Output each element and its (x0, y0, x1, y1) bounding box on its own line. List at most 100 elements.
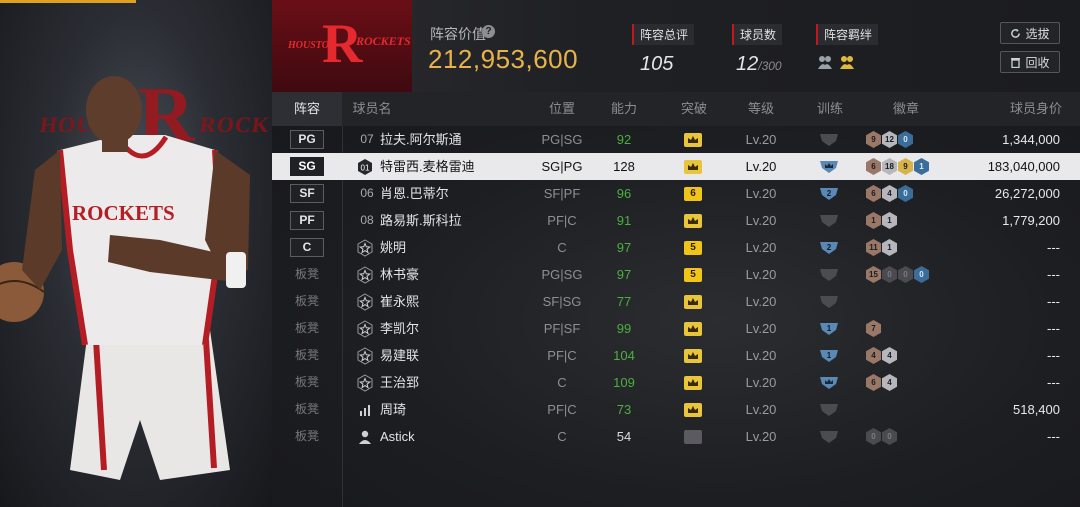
badge-list[interactable]: 00 (866, 428, 897, 445)
table-row[interactable]: 板凳 Astick C 54 Lv.20 0 0 --- (272, 423, 1080, 450)
jersey-number: 06 (360, 186, 374, 200)
team-logo-wordmark-right: ROCKETS (356, 34, 411, 48)
overall-rating-block: 阵容总评 105 (632, 24, 695, 76)
overall-rating-label: 阵容总评 (632, 24, 695, 45)
select-button[interactable]: 选拔 (1000, 22, 1060, 44)
jersey-number: 07 (360, 132, 374, 146)
star-icon (357, 374, 373, 392)
lineup-bond-block: 阵容羁绊 (816, 24, 879, 71)
column-header-level[interactable]: 等级 (716, 92, 806, 126)
player-ability: 92 (616, 132, 632, 147)
training-crown-icon[interactable] (818, 159, 840, 174)
player-name[interactable]: 崔永熙 (380, 288, 419, 315)
player-salary: 518,400 (1013, 402, 1060, 417)
crown-icon (684, 214, 702, 228)
crown-icon (684, 322, 702, 336)
slot-badge: C (290, 238, 324, 257)
training-shield-icon[interactable] (818, 294, 840, 309)
handshake-icon[interactable] (838, 53, 856, 71)
badge-list[interactable]: 44 (866, 347, 897, 364)
player-level: Lv.20 (745, 348, 777, 363)
badge-list[interactable]: 64 (866, 374, 897, 391)
training-level-icon[interactable]: 2 (818, 240, 840, 255)
player-level: Lv.20 (745, 240, 777, 255)
player-count-value: 12 (736, 53, 759, 75)
badge-list[interactable]: 11 1 (866, 239, 897, 256)
player-name[interactable]: 拉夫.阿尔斯通 (380, 126, 462, 153)
crown-icon (684, 349, 702, 363)
player-salary: 1,344,000 (1002, 132, 1060, 147)
player-name[interactable]: 姚明 (380, 234, 406, 261)
player-name[interactable]: 易建联 (380, 342, 419, 369)
column-header-ability[interactable]: 能力 (594, 92, 654, 126)
player-ability: 54 (616, 429, 632, 444)
jersey-number-badge: 01 (358, 159, 372, 175)
overall-rating-value: 105 (640, 53, 674, 75)
recycle-bin-icon (1011, 58, 1021, 68)
slot-badge: PG (290, 130, 324, 149)
badge-bronze-icon: 7 (866, 320, 881, 337)
badge-bronze-icon: 1 (866, 212, 881, 229)
badge-list[interactable]: 6 18 9 1 (866, 158, 929, 175)
training-crown-icon[interactable] (818, 375, 840, 390)
column-header-salary[interactable]: 球员身价 (972, 92, 1062, 126)
player-name[interactable]: 林书豪 (380, 261, 419, 288)
badge-list[interactable]: 9 12 0 (866, 131, 913, 148)
table-row[interactable]: 板凳 崔永熙 SF|SG 77 Lv.20 --- (272, 288, 1080, 315)
badge-list[interactable]: 15 0 0 0 (866, 266, 929, 283)
badge-list[interactable]: 640 (866, 185, 913, 202)
breakout-level: 5 (684, 241, 702, 255)
column-header-training[interactable]: 训练 (802, 92, 858, 126)
training-level-icon[interactable]: 1 (818, 348, 840, 363)
table-row[interactable]: 板凳 林书豪 PG|SG 97 5 Lv.20 15 0 0 0 --- (272, 261, 1080, 288)
column-header-breakout[interactable]: 突破 (664, 92, 724, 126)
training-shield-icon[interactable] (818, 267, 840, 282)
table-row[interactable]: 板凳 李凯尔 PF|SF 99 Lv.20 1 7 --- (272, 315, 1080, 342)
training-shield-icon[interactable] (818, 132, 840, 147)
player-position: PF|SF (543, 321, 581, 336)
table-row[interactable]: SG 01 特雷西.麦格雷迪 SG|PG 128 Lv.20 6 18 9 1 183,040,00… (272, 153, 1080, 180)
bond-icons[interactable] (816, 53, 878, 71)
column-header-position[interactable]: 位置 (522, 92, 602, 126)
player-count-label: 球员数 (732, 24, 783, 45)
player-name[interactable]: 肖恩.巴蒂尔 (380, 180, 449, 207)
training-level-icon[interactable]: 1 (818, 321, 840, 336)
badge-bronze-icon: 15 (866, 266, 881, 283)
player-name[interactable]: 王治郅 (380, 369, 419, 396)
table-row[interactable]: C 姚明 C 97 5 Lv.20 2 11 1 --- (272, 234, 1080, 261)
player-salary: --- (1047, 429, 1060, 444)
question-circle-icon[interactable]: ? (482, 25, 495, 38)
player-name[interactable]: 特雷西.麦格雷迪 (380, 153, 475, 180)
recycle-button[interactable]: 回收 (1000, 51, 1060, 73)
column-header-badges[interactable]: 徽章 (866, 92, 946, 126)
table-row[interactable]: 板凳 王治郅 C 109 Lv.20 6 4 --- (272, 369, 1080, 396)
badge-list[interactable]: 7 (866, 320, 881, 337)
training-level-icon[interactable]: 2 (818, 186, 840, 201)
refresh-icon (1011, 28, 1021, 38)
table-row[interactable]: 板凳 周琦 PF|C 73 Lv.20 518,400 (272, 396, 1080, 423)
badge-list[interactable]: 11 (866, 212, 897, 229)
column-header-name[interactable]: 球员名 (342, 92, 402, 126)
badge-silver-icon: 12 (882, 131, 897, 148)
player-position: SF|PF (543, 186, 581, 201)
player-name[interactable]: 路易斯.斯科拉 (380, 207, 462, 234)
table-row[interactable]: 板凳 易建联 PF|C 104 Lv.20 1 4 4 --- (272, 342, 1080, 369)
handshake-icon[interactable] (816, 53, 834, 71)
slot-badge: SG (290, 157, 324, 176)
crown-icon (684, 403, 702, 417)
badge-bronze-icon: 6 (866, 374, 881, 391)
star-icon (357, 239, 373, 257)
training-shield-icon[interactable] (818, 402, 840, 417)
column-header-slot[interactable]: 阵容 (272, 92, 342, 126)
player-position: PG|SG (541, 267, 583, 282)
player-name[interactable]: Astick (380, 423, 415, 450)
training-shield-icon[interactable] (818, 429, 840, 444)
table-row[interactable]: PG 07 拉夫.阿尔斯通 PG|SG 92 Lv.20 9 12 0 1,344,000 (272, 126, 1080, 153)
player-level: Lv.20 (745, 132, 777, 147)
table-row[interactable]: SF 06 肖恩.巴蒂尔 SF|PF 96 6 Lv.20 2 6 4 0 26,272,000 (272, 180, 1080, 207)
training-shield-icon[interactable] (818, 213, 840, 228)
player-name[interactable]: 李凯尔 (380, 315, 419, 342)
slot-badge: PF (290, 211, 324, 230)
player-name[interactable]: 周琦 (380, 396, 406, 423)
table-row[interactable]: PF 08 路易斯.斯科拉 PF|C 91 Lv.20 1 1 1,779,200 (272, 207, 1080, 234)
